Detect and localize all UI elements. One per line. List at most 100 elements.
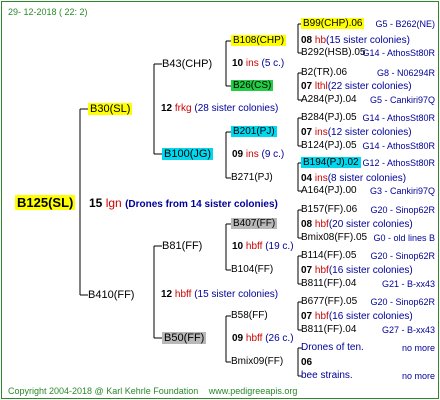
g3-7-mating-line: hbf bbox=[314, 311, 329, 322]
queen-g3-2[interactable]: B26(CS) bbox=[231, 80, 274, 92]
queen-g4-13[interactable]: B677(FF).05 bbox=[301, 296, 357, 308]
g4-12-ref: G21 - B-xx43 bbox=[381, 279, 435, 289]
queen-g3-1[interactable]: B108(CHP) bbox=[231, 35, 287, 47]
g3-5-mating-line: hbf bbox=[314, 219, 329, 230]
queen-g4-11[interactable]: B114(FF).05 bbox=[301, 250, 356, 262]
queen-g3-6[interactable]: B104(FF) bbox=[231, 264, 273, 276]
g3-5-sister-note: (20 sister colonies) bbox=[328, 219, 413, 230]
g3-8-drone-count: 06 bbox=[301, 357, 313, 368]
g2-1-drone-count: 10 bbox=[232, 58, 244, 69]
queen-g4-10[interactable]: Bmix08(FF).05 bbox=[301, 232, 367, 244]
footer-site-link[interactable]: www.pedigreeapis.org bbox=[209, 386, 298, 396]
g4-13-ref: G20 - Sinop62R bbox=[370, 297, 435, 307]
g3-3-sister-note: (12 sister colonies) bbox=[327, 127, 412, 138]
g1-2-mating-line: hbff bbox=[174, 289, 192, 300]
queen-g4-4-name: A284(PJ).04 bbox=[301, 94, 357, 105]
g3-4-mating-info: 04 ins(8 sister colonies) bbox=[301, 173, 406, 185]
g2-2-mating-info: 09 ins (9 c.) bbox=[232, 149, 284, 161]
queen-g3-4[interactable]: B271(PJ) bbox=[231, 172, 273, 184]
queen-g4-16: bee strains. bbox=[301, 370, 353, 382]
queen-g2-3[interactable]: B81(FF) bbox=[162, 240, 202, 252]
g3-7-drone-count: 07 bbox=[301, 311, 313, 322]
queen-g4-9[interactable]: B157(FF).06 bbox=[301, 204, 357, 216]
queen-g4-8-name: A164(PJ).00 bbox=[301, 185, 357, 196]
root-mating-info: 15 lgn (Drones from 14 sister colonies) bbox=[89, 196, 278, 212]
g2-2-mating-line: ins bbox=[245, 149, 259, 160]
g4-10-ref: G0 - old lines B bbox=[373, 233, 435, 243]
g3-1-mating-info: 08 hb(15 sister colonies) bbox=[301, 35, 410, 47]
g1-2-mating-info: 12 hbff (15 sister colonies) bbox=[161, 289, 278, 301]
g2-1-mating-line: ins bbox=[245, 58, 259, 69]
g3-4-mating-line: ins bbox=[314, 173, 328, 184]
queen-g4-7[interactable]: B194(PJ).02 bbox=[301, 157, 361, 169]
queen-g4-2[interactable]: B292(HSB).05 bbox=[301, 47, 365, 59]
g4-5-ref: G14 - AthosSt80R bbox=[362, 113, 435, 123]
queen-g3-5[interactable]: B407(FF) bbox=[231, 218, 278, 230]
g2-3-drone-count: 10 bbox=[232, 241, 244, 252]
queen-g4-5-name: B284(PJ).05 bbox=[301, 112, 357, 123]
pedigree-chart: 29- 12-2018 ( 22: 2) B125(SL) 15 lgn (Dr… bbox=[1, 1, 439, 399]
g3-7-sister-note: (16 sister colonies) bbox=[328, 311, 413, 322]
g3-1-mating-line: hb bbox=[314, 35, 327, 46]
queen-g4-6[interactable]: B124(PJ).05 bbox=[301, 140, 357, 152]
g3-6-sister-note: (16 sister colonies) bbox=[328, 265, 413, 276]
queen-g4-12[interactable]: B811(FF).04 bbox=[301, 278, 356, 290]
queen-g3-3-name: B201(PJ) bbox=[231, 126, 277, 137]
queen-g2-1[interactable]: B43(CHP) bbox=[162, 58, 212, 70]
g4-2-ref: G14 - AthosSt80R bbox=[362, 48, 435, 58]
queen-g4-10-name: Bmix08(FF).05 bbox=[301, 232, 368, 243]
queen-g4-8[interactable]: A164(PJ).00 bbox=[301, 185, 357, 197]
g1-1-sister-note: (28 sister colonies) bbox=[194, 103, 279, 114]
queen-g3-7-name: B58(FF) bbox=[231, 310, 268, 321]
queen-g4-15-name: Drones of ten. bbox=[301, 342, 364, 353]
queen-g2-3-name: B81(FF) bbox=[162, 240, 203, 252]
g4-11-ref: G20 - Sinop62R bbox=[370, 251, 435, 261]
g2-2-sister-note: (9 c.) bbox=[261, 149, 285, 160]
g4-9-ref: G20 - Sinop62R bbox=[370, 205, 435, 215]
queen-g4-14[interactable]: B811(FF).04 bbox=[301, 324, 356, 336]
queen-g3-8[interactable]: Bmix09(FF) bbox=[231, 356, 283, 368]
queen-g2-2[interactable]: B100(JG) bbox=[162, 148, 214, 160]
g3-6-mating-info: 07 hbf(16 sister colonies) bbox=[301, 265, 413, 277]
g3-2-mating-line: lthl bbox=[314, 81, 328, 92]
g1-1-mating-info: 12 frkg (28 sister colonies) bbox=[161, 103, 278, 115]
queen-g4-2-name: B292(HSB).05 bbox=[301, 47, 366, 58]
g2-4-mating-info: 09 hbff (26 c.) bbox=[232, 333, 294, 345]
queen-root[interactable]: B125(SL) bbox=[15, 195, 76, 211]
queen-g4-6-name: B124(PJ).05 bbox=[301, 140, 357, 151]
g2-3-sister-note: (19 c.) bbox=[265, 241, 294, 252]
queen-g4-3[interactable]: B2(TR).06 bbox=[301, 67, 347, 79]
g4-6-ref: G14 - AthosSt80R bbox=[362, 141, 435, 151]
g3-5-drone-count: 08 bbox=[301, 219, 313, 230]
footer-copyright: Copyright 2004-2018 @ Karl Kehrle Founda… bbox=[8, 386, 199, 396]
g3-2-sister-note: (22 sister colonies) bbox=[327, 81, 412, 92]
queen-g4-1[interactable]: B99(CHP).06 bbox=[301, 18, 365, 30]
queen-g4-16-name: bee strains. bbox=[301, 370, 353, 381]
queen-g2-4-name: B50(FF) bbox=[162, 332, 207, 344]
queen-g4-15: Drones of ten. bbox=[301, 342, 364, 354]
g2-4-sister-note: (26 c.) bbox=[265, 333, 294, 344]
queen-g3-5-name: B407(FF) bbox=[231, 218, 278, 229]
g2-3-mating-line: hbff bbox=[245, 241, 263, 252]
g1-2-sister-note: (15 sister colonies) bbox=[194, 289, 279, 300]
queen-g3-4-name: B271(PJ) bbox=[231, 172, 273, 183]
queen-g4-7-name: B194(PJ).02 bbox=[301, 157, 361, 168]
queen-g1-2[interactable]: B410(FF) bbox=[88, 289, 134, 301]
queen-g1-1[interactable]: B30(SL) bbox=[88, 103, 133, 115]
g1-1-drone-count: 12 bbox=[161, 103, 173, 114]
queen-g3-2-name: B26(CS) bbox=[231, 80, 274, 91]
root-drone-count: 15 bbox=[89, 196, 103, 210]
g4-3-ref: G8 - N06294R bbox=[376, 68, 435, 78]
queen-g4-4[interactable]: A284(PJ).04 bbox=[301, 94, 357, 106]
queen-g1-1-name: B30(SL) bbox=[88, 103, 133, 115]
g3-5-mating-info: 08 hbf(20 sister colonies) bbox=[301, 219, 413, 231]
queen-g4-1-name: B99(CHP).06 bbox=[301, 18, 365, 29]
g2-4-drone-count: 09 bbox=[232, 333, 244, 344]
g3-2-drone-count: 07 bbox=[301, 81, 313, 92]
queen-g2-4[interactable]: B50(FF) bbox=[162, 332, 207, 344]
g4-16-ref: no more bbox=[401, 371, 435, 381]
root-mating-line: lgn bbox=[105, 196, 122, 210]
queen-g4-5[interactable]: B284(PJ).05 bbox=[301, 112, 357, 124]
queen-g3-3[interactable]: B201(PJ) bbox=[231, 126, 277, 138]
queen-g3-7[interactable]: B58(FF) bbox=[231, 310, 268, 322]
